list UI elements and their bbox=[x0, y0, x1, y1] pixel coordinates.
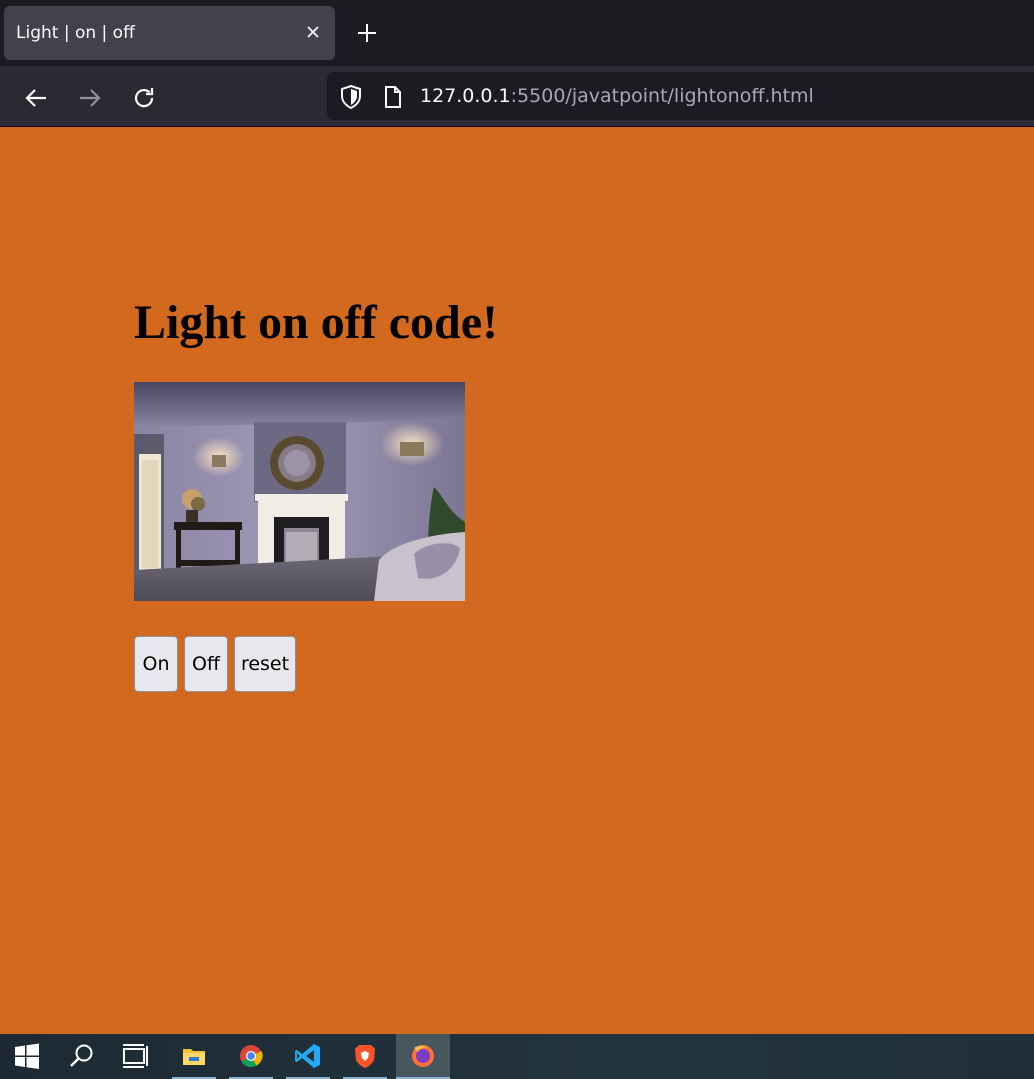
off-button[interactable]: Off bbox=[184, 636, 228, 692]
close-tab-icon[interactable] bbox=[305, 24, 321, 40]
address-bar[interactable]: 127.0.0.1:5500/javatpoint/lightonoff.htm… bbox=[327, 72, 1034, 120]
brave-button[interactable] bbox=[343, 1034, 387, 1079]
windows-taskbar bbox=[0, 1034, 1034, 1079]
chrome-button[interactable] bbox=[229, 1034, 273, 1079]
vscode-icon bbox=[295, 1044, 320, 1068]
navigation-bar: 127.0.0.1:5500/javatpoint/lightonoff.htm… bbox=[0, 66, 1034, 127]
back-arrow-icon[interactable] bbox=[20, 82, 52, 114]
chrome-icon bbox=[240, 1045, 263, 1067]
active-tab[interactable]: Light | on | off bbox=[4, 6, 335, 60]
firefox-icon bbox=[412, 1045, 434, 1067]
room-photo bbox=[134, 382, 465, 601]
page-icon[interactable] bbox=[383, 85, 403, 109]
url-host: 127.0.0.1 bbox=[420, 85, 511, 107]
start-button[interactable] bbox=[5, 1034, 49, 1079]
on-button[interactable]: On bbox=[134, 636, 178, 692]
brave-icon bbox=[355, 1045, 375, 1068]
file-explorer-icon bbox=[183, 1049, 205, 1065]
file-explorer-button[interactable] bbox=[172, 1034, 216, 1079]
tab-title: Light | on | off bbox=[16, 23, 135, 43]
reload-icon[interactable] bbox=[128, 82, 160, 114]
reset-button[interactable]: reset bbox=[234, 636, 296, 692]
task-view-button[interactable] bbox=[113, 1034, 157, 1079]
url-path: :5500/javatpoint/lightonoff.html bbox=[510, 85, 814, 107]
search-icon bbox=[70, 1044, 93, 1067]
windows-start-icon bbox=[15, 1043, 39, 1069]
shield-icon[interactable] bbox=[339, 84, 363, 110]
page-content: Light on off code! On Off reset bbox=[0, 127, 1034, 1034]
vscode-button[interactable] bbox=[286, 1034, 330, 1079]
url-text[interactable]: 127.0.0.1:5500/javatpoint/lightonoff.htm… bbox=[420, 85, 814, 107]
tab-strip: Light | on | off bbox=[0, 0, 1034, 66]
new-tab-icon[interactable] bbox=[352, 18, 382, 48]
task-view-icon bbox=[123, 1044, 148, 1068]
page-heading: Light on off code! bbox=[134, 296, 498, 349]
search-button[interactable] bbox=[59, 1034, 103, 1079]
forward-arrow-icon[interactable] bbox=[74, 82, 106, 114]
firefox-button[interactable] bbox=[396, 1034, 450, 1079]
